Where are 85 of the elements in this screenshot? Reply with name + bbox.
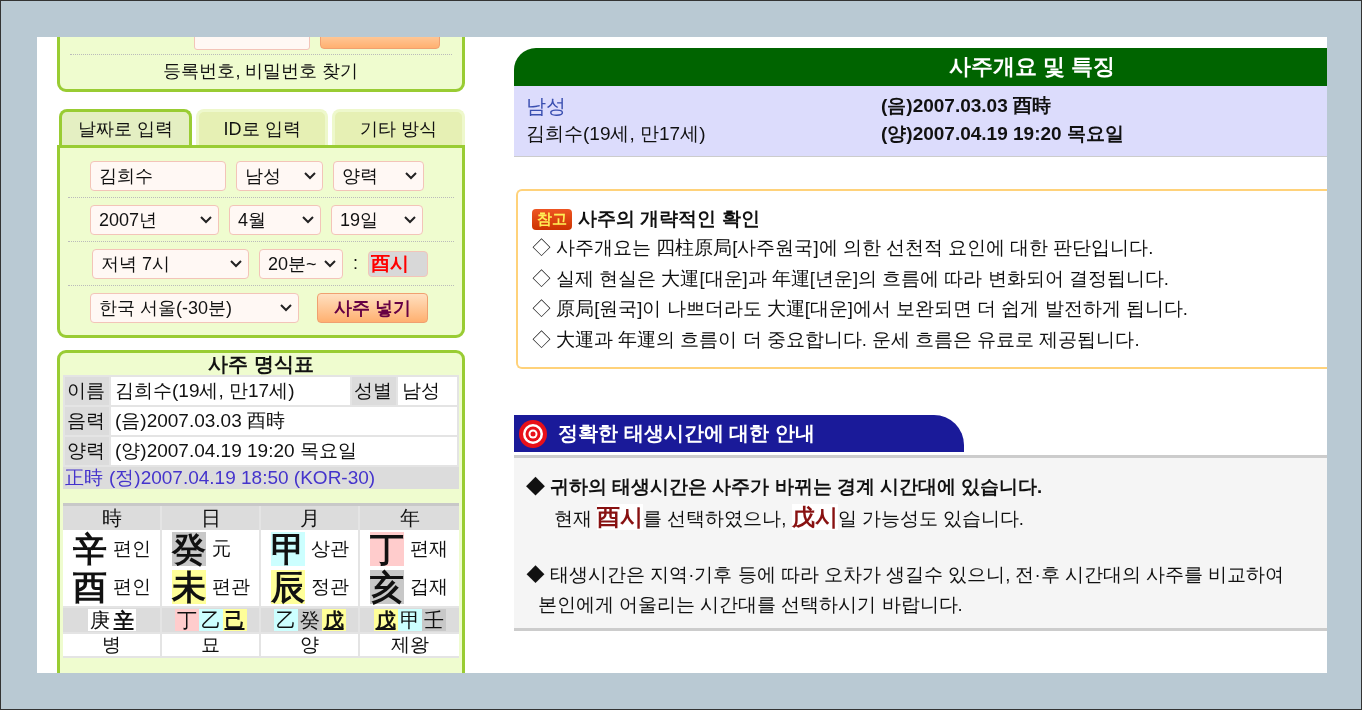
stem-character: 丁 <box>370 532 404 566</box>
gender-text: 남성 <box>526 94 567 119</box>
row-label: 성별 <box>350 376 397 406</box>
caret-icon <box>324 259 336 268</box>
branch-character: 亥 <box>370 570 404 604</box>
gender-select[interactable]: 남성 <box>236 160 323 191</box>
calendar-select[interactable]: 양력 <box>333 160 424 191</box>
location-select[interactable]: 한국 서울(-30분) <box>90 292 299 323</box>
stage-text: 양 <box>261 632 358 658</box>
year-select[interactable]: 2007년 <box>90 204 219 235</box>
hidden-stem: 戊 <box>321 609 346 631</box>
stage-text: 묘 <box>162 632 259 658</box>
find-account-link[interactable]: 등록번호, 비밀번호 찾기 <box>70 55 452 85</box>
branch-role: 편관 <box>212 575 250 599</box>
hidden-stem: 辛 <box>111 609 136 631</box>
name-field[interactable]: 김희수 <box>90 160 226 191</box>
stage-text: 제왕 <box>360 632 459 658</box>
pillar-header: 日 <box>162 506 259 530</box>
note-badge: 참고 <box>532 208 572 230</box>
caret-icon <box>304 171 316 180</box>
submit-button[interactable]: 사주 넣기 <box>317 292 428 323</box>
stem-role: 편인 <box>113 537 151 561</box>
hidden-stem: 丁 <box>174 609 199 631</box>
solar-date: (양)2007.04.19 19:20 목요일 <box>881 122 1125 146</box>
branch-character: 未 <box>172 570 206 604</box>
hour-branch-field: 酉시 <box>368 250 428 277</box>
month-select[interactable]: 4월 <box>229 204 321 235</box>
caret-icon <box>404 215 416 224</box>
note-line: ◇ 실제 현실은 大運[대운]과 年運[년운]의 흐름에 따라 변화되어 결정됩니다. <box>532 266 1170 291</box>
true-time-value: (정)2007.04.19 18:50 (KOR-30) <box>109 467 376 489</box>
guide-paragraph: 현재 酉시를 선택하였으나, 戊시일 가능성도 있습니다. <box>553 503 1025 532</box>
row-label: 양력 <box>64 436 110 466</box>
note-title: 사주의 개략적인 확인 <box>578 207 760 231</box>
hidden-stem: 庚 <box>87 609 112 631</box>
stage-text: 병 <box>63 632 160 658</box>
target-icon <box>518 418 548 449</box>
hidden-stem: 己 <box>222 609 247 631</box>
minute-select[interactable]: 20분~ <box>259 248 343 279</box>
row-value: 남성 <box>396 376 458 406</box>
input-tab[interactable]: 기타 방식 <box>332 109 465 145</box>
stem-role: 상관 <box>311 537 349 561</box>
caret-icon <box>302 215 314 224</box>
hidden-stem: 戊 <box>373 609 398 631</box>
pillar-header: 年 <box>360 506 459 530</box>
hidden-stem: 甲 <box>397 609 422 631</box>
caret-icon <box>230 259 242 268</box>
separator-text: : <box>353 253 358 274</box>
hour-select[interactable]: 저녁 7시 <box>92 248 249 279</box>
branch-character: 辰 <box>271 570 305 604</box>
pillar-header: 月 <box>261 506 358 530</box>
day-select[interactable]: 19일 <box>331 204 423 235</box>
hidden-stem: 乙 <box>273 609 298 631</box>
panel-title: 사주 명식표 <box>207 353 315 375</box>
note-line: ◇ 原局[원국]이 나쁘더라도 大運[대운]에서 보완되면 더 쉽게 발전하게 됩니다. <box>532 297 1189 321</box>
guide-paragraph: ◆ 귀하의 태생시간은 사주가 바뀌는 경계 시간대에 있습니다. <box>526 475 1044 499</box>
input-tab[interactable]: 날짜로 입력 <box>59 109 192 145</box>
caret-icon <box>280 303 292 312</box>
guide-paragraph: ◆ 태생시간은 지역·기후 등에 따라 오차가 생길수 있으니, 전·후 시간대의 사주를 비교하여 본인에게 어울리는 시간대를 선택하시기 바랍니다. <box>526 563 1285 617</box>
pillar-header: 時 <box>63 506 160 530</box>
row-label: 음력 <box>64 406 110 436</box>
branch-role: 겁재 <box>410 575 448 599</box>
section-title-bar: 사주개요 및 특징 <box>514 48 1327 86</box>
row-label: 이름 <box>64 376 110 406</box>
note-line: ◇ 사주개요는 四柱原局[사주원국]에 의한 선천적 요인에 대한 판단입니다. <box>532 236 1155 260</box>
stem-role: 元 <box>212 537 231 561</box>
hidden-stem: 乙 <box>198 609 223 631</box>
stem-role: 편재 <box>410 537 448 561</box>
caret-icon <box>405 171 417 180</box>
name-age-text: 김희수(19세, 만17세) <box>526 122 707 146</box>
stem-character: 辛 <box>73 532 107 566</box>
hidden-stem: 癸 <box>297 609 322 631</box>
note-line: ◇ 大運과 年運의 흐름이 더 중요합니다. 운세 흐름은 유료로 제공됩니다. <box>532 327 1141 352</box>
true-time-label: 正時 <box>65 467 103 489</box>
input-tab[interactable]: ID로 입력 <box>195 109 329 145</box>
row-value: 김희수(19세, 만17세) <box>110 376 351 406</box>
hidden-stem: 壬 <box>421 609 446 631</box>
branch-character: 酉 <box>73 570 107 604</box>
branch-role: 편인 <box>113 575 151 599</box>
lunar-date: (음)2007.03.03 酉時 <box>881 94 1053 118</box>
stem-character: 甲 <box>271 532 305 566</box>
caret-icon <box>200 215 212 224</box>
row-value: (음)2007.03.03 酉時 <box>110 406 458 436</box>
branch-role: 정관 <box>311 575 349 599</box>
stem-character: 癸 <box>172 532 206 566</box>
section-title: 정확한 태생시간에 대한 안내 <box>558 421 815 446</box>
